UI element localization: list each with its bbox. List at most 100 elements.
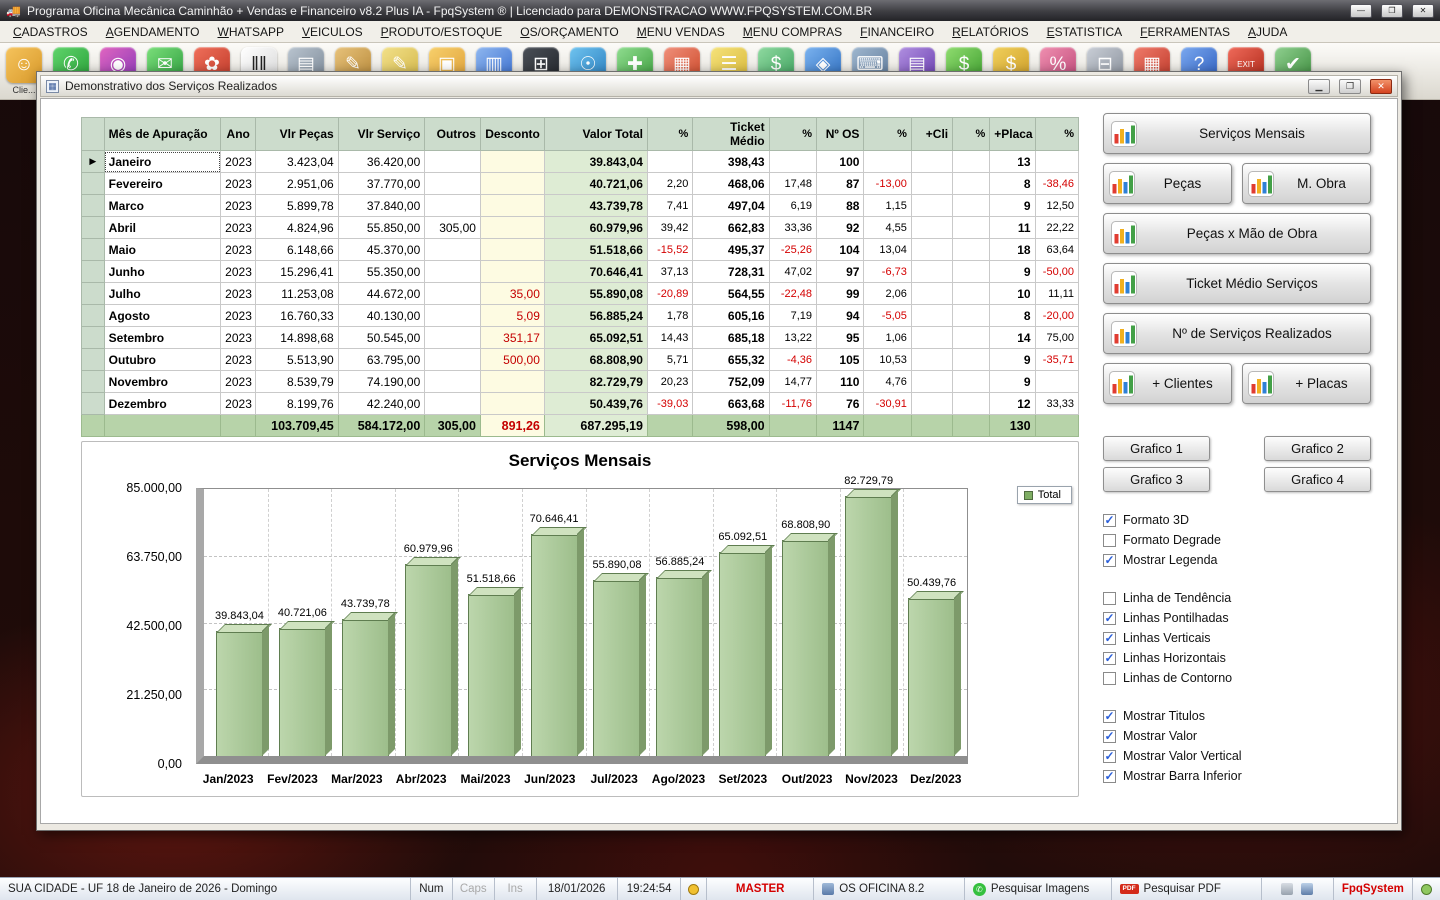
maximize-button[interactable]: ❐ — [1381, 4, 1403, 18]
table-row[interactable]: Agosto202316.760,3340.130,005,0956.885,2… — [82, 305, 1079, 327]
menu-item[interactable]: OS/ORÇAMENTO — [511, 22, 627, 42]
column-header[interactable]: Ano — [221, 118, 256, 151]
column-header[interactable]: Desconto — [480, 118, 544, 151]
status-brand: FpqSystem — [1334, 878, 1413, 900]
column-header[interactable]: % — [1035, 118, 1078, 151]
menu-item[interactable]: FERRAMENTAS — [1131, 22, 1239, 42]
printer-icon[interactable] — [1281, 883, 1293, 895]
grafico-2-button[interactable]: Grafico 2 — [1264, 436, 1371, 461]
table-cell: Outubro — [104, 349, 221, 371]
checkbox-mostrar-titulos[interactable]: ✓Mostrar Titulos — [1103, 706, 1371, 726]
servicos-mensais-button[interactable]: Serviços Mensais — [1103, 113, 1371, 154]
close-button[interactable]: ✕ — [1412, 4, 1434, 18]
totals-cell — [953, 415, 990, 437]
checkbox-mostrar-legenda[interactable]: ✓Mostrar Legenda — [1103, 550, 1371, 570]
column-header[interactable]: % — [769, 118, 816, 151]
grafico-3-button[interactable]: Grafico 3 — [1103, 467, 1210, 492]
table-cell — [425, 393, 481, 415]
menu-item[interactable]: MENU COMPRAS — [734, 22, 851, 42]
column-header[interactable]: +Placa — [990, 118, 1035, 151]
mdi-titlebar[interactable]: ▦ Demonstrativo dos Serviços Realizados … — [40, 75, 1398, 97]
mdi-restore-button[interactable]: ❐ — [1339, 79, 1361, 94]
column-header[interactable]: Vlr Serviço — [338, 118, 425, 151]
table-cell — [1035, 151, 1078, 173]
table-cell: 55.350,00 — [338, 261, 425, 283]
table-row[interactable]: Outubro20235.513,9063.795,00500,0068.808… — [82, 349, 1079, 371]
menu-item[interactable]: WHATSAPP — [209, 22, 293, 42]
menu-item[interactable]: FINANCEIRO — [851, 22, 943, 42]
checkbox-label: Mostrar Legenda — [1123, 553, 1218, 567]
column-header[interactable]: % — [953, 118, 990, 151]
menu-item[interactable]: AGENDAMENTO — [97, 22, 209, 42]
checkbox-box: ✓ — [1103, 730, 1116, 743]
checkbox-linha-de-tend-ncia[interactable]: Linha de Tendência — [1103, 588, 1371, 608]
monitor-icon[interactable] — [1301, 883, 1313, 895]
checkbox-formato-3d[interactable]: ✓Formato 3D — [1103, 510, 1371, 530]
table-row[interactable]: Julho202311.253,0844.672,0035,0055.890,0… — [82, 283, 1079, 305]
column-header[interactable]: % — [864, 118, 911, 151]
search-pdf-button[interactable]: PDF Pesquisar PDF — [1112, 878, 1263, 900]
checkbox-mostrar-barra-inferior[interactable]: ✓Mostrar Barra Inferior — [1103, 766, 1371, 786]
chart-bar: 50.439,76 — [908, 598, 955, 756]
menu-item[interactable]: AJUDA — [1239, 22, 1296, 42]
status-end-indicator — [1413, 878, 1440, 900]
menu-item[interactable]: PRODUTO/ESTOQUE — [372, 22, 512, 42]
table-cell — [953, 239, 990, 261]
table-row[interactable]: Dezembro20238.199,7642.240,0050.439,76-3… — [82, 393, 1079, 415]
minimize-button[interactable]: — — [1350, 4, 1372, 18]
table-row[interactable]: Novembro20238.539,7974.190,0082.729,7920… — [82, 371, 1079, 393]
column-header[interactable]: Vlr Peças — [256, 118, 338, 151]
status-user: MASTER — [707, 878, 814, 900]
pecas-button[interactable]: Peças — [1103, 163, 1232, 204]
grafico-4-button[interactable]: Grafico 4 — [1264, 467, 1371, 492]
menu-item[interactable]: VEICULOS — [293, 22, 372, 42]
table-cell: 2023 — [221, 261, 256, 283]
table-row[interactable]: Junho202315.296,4155.350,0070.646,4137,1… — [82, 261, 1079, 283]
table-row[interactable]: Fevereiro20232.951,0637.770,0040.721,062… — [82, 173, 1079, 195]
bar-value-label: 68.808,90 — [781, 519, 830, 531]
table-cell: 95 — [817, 327, 864, 349]
menu-item[interactable]: ESTATISTICA — [1038, 22, 1132, 42]
bar-slot: 51.518,66 — [460, 489, 523, 756]
pecas-x-mao-de-obra-button[interactable]: Peças x Mão de Obra — [1103, 213, 1371, 254]
checkbox-linhas-pontilhadas[interactable]: ✓Linhas Pontilhadas — [1103, 608, 1371, 628]
table-cell: 14 — [990, 327, 1035, 349]
table-cell: 13,04 — [864, 239, 911, 261]
column-header[interactable]: Nº OS — [817, 118, 864, 151]
table-row[interactable]: ▶Janeiro20233.423,0436.420,0039.843,0439… — [82, 151, 1079, 173]
mdi-minimize-button[interactable]: ▁ — [1308, 79, 1330, 94]
column-header[interactable]: Valor Total — [544, 118, 647, 151]
table-cell — [911, 371, 952, 393]
grafico-1-button[interactable]: Grafico 1 — [1103, 436, 1210, 461]
status-system-icons — [1262, 878, 1333, 900]
checkbox-linhas-horizontais[interactable]: ✓Linhas Horizontais — [1103, 648, 1371, 668]
search-images-button[interactable]: ✆ Pesquisar Imagens — [965, 878, 1112, 900]
checkbox-formato-degrade[interactable]: Formato Degrade — [1103, 530, 1371, 550]
num-servicos-realizados-button[interactable]: Nº de Serviços Realizados — [1103, 313, 1371, 354]
mais-placas-button[interactable]: + Placas — [1242, 363, 1371, 404]
checkbox-linhas-de-contorno[interactable]: Linhas de Contorno — [1103, 668, 1371, 688]
table-row[interactable]: Setembro202314.898,6850.545,00351,1765.0… — [82, 327, 1079, 349]
ticket-medio-servicos-button[interactable]: Ticket Médio Serviços — [1103, 263, 1371, 304]
column-header[interactable]: Mês de Apuração — [104, 118, 221, 151]
table-row[interactable]: Maio20236.148,6645.370,0051.518,66-15,52… — [82, 239, 1079, 261]
checkbox-mostrar-valor[interactable]: ✓Mostrar Valor — [1103, 726, 1371, 746]
checkbox-mostrar-valor-vertical[interactable]: ✓Mostrar Valor Vertical — [1103, 746, 1371, 766]
column-header[interactable]: % — [647, 118, 692, 151]
mao-de-obra-button[interactable]: M. Obra — [1242, 163, 1371, 204]
column-header[interactable]: Ticket Médio — [693, 118, 769, 151]
column-header[interactable]: Outros — [425, 118, 481, 151]
menu-item[interactable]: CADASTROS — [4, 22, 97, 42]
mdi-close-button[interactable]: ✕ — [1370, 79, 1392, 94]
menu-item[interactable]: MENU VENDAS — [628, 22, 734, 42]
table-row[interactable]: Marco20235.899,7837.840,0043.739,787,414… — [82, 195, 1079, 217]
checkbox-linhas-verticais[interactable]: ✓Linhas Verticais — [1103, 628, 1371, 648]
table-cell: 2023 — [221, 195, 256, 217]
table-row[interactable]: Abril20234.824,9655.850,00305,0060.979,9… — [82, 217, 1079, 239]
column-header[interactable]: +Cli — [911, 118, 952, 151]
table-cell: 5,09 — [480, 305, 544, 327]
mais-clientes-button[interactable]: + Clientes — [1103, 363, 1232, 404]
menu-item[interactable]: RELATÓRIOS — [943, 22, 1037, 42]
x-tick-label: Abr/2023 — [389, 772, 453, 786]
table-cell — [911, 349, 952, 371]
